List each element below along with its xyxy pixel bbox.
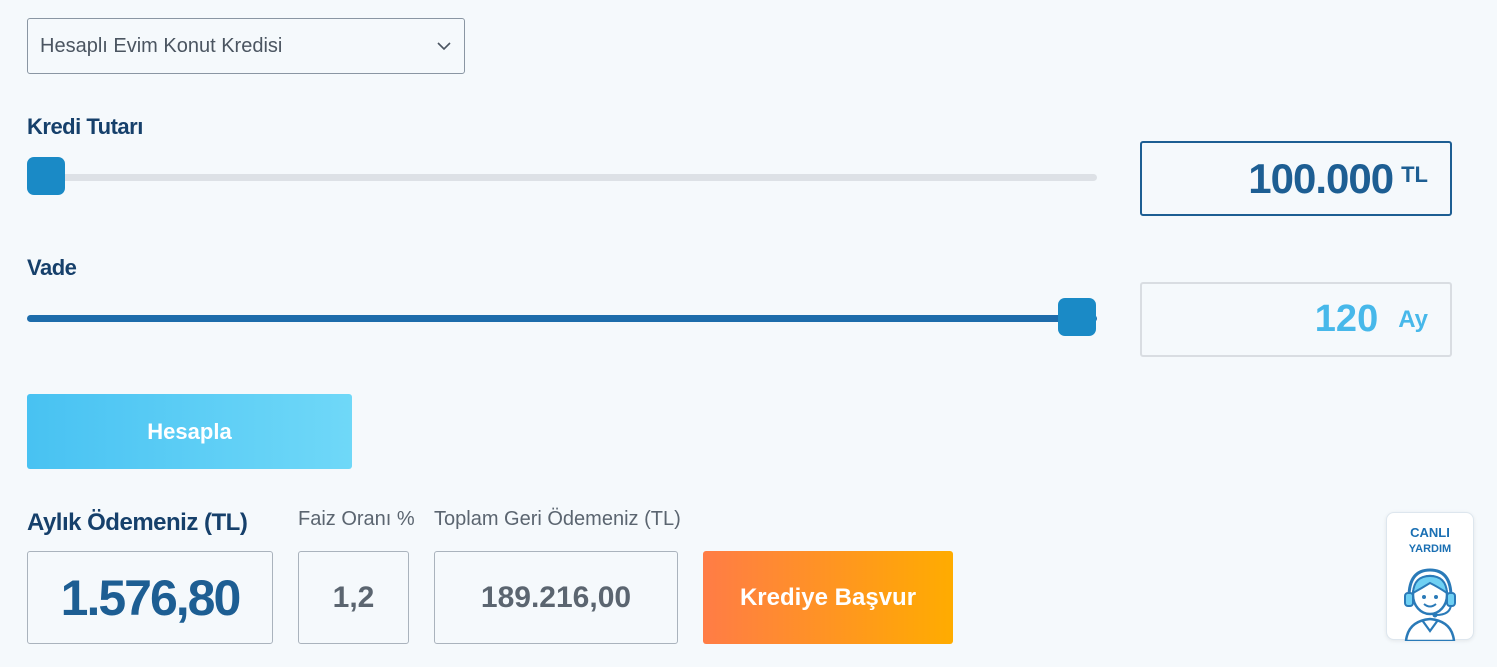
total-repayment-value: 189.216,00: [480, 580, 632, 614]
chevron-down-icon: [437, 42, 451, 51]
loan-amount-slider-thumb[interactable]: [27, 157, 65, 195]
loan-type-select[interactable]: Hesaplı Evim Konut Kredisi: [27, 18, 465, 74]
support-agent-icon: [1404, 568, 1456, 643]
term-unit: Ay: [1398, 305, 1428, 333]
loan-amount-value: 100.000: [1248, 154, 1394, 202]
loan-amount-label: Kredi Tutarı: [27, 114, 143, 139]
live-help-line2: YARDIM: [1408, 543, 1452, 555]
apply-loan-button[interactable]: Krediye Başvur: [703, 551, 953, 644]
live-help-widget[interactable]: CANLI YARDIM: [1386, 512, 1474, 643]
term-slider-thumb[interactable]: [1058, 298, 1096, 336]
interest-rate-value: 1,2: [332, 580, 375, 614]
total-repayment-box: 189.216,00: [434, 551, 678, 644]
interest-rate-label: Faiz Oranı %: [298, 508, 415, 530]
term-label: Vade: [27, 255, 77, 280]
interest-rate-box: 1,2: [298, 551, 409, 644]
loan-type-select-value: Hesaplı Evim Konut Kredisi: [40, 34, 283, 57]
monthly-payment-box: 1.576,80: [27, 551, 273, 644]
loan-amount-slider-track: [27, 174, 1097, 181]
calculate-button[interactable]: Hesapla: [27, 394, 352, 469]
loan-amount-field[interactable]: 100.000 TL: [1140, 141, 1452, 216]
monthly-payment-value: 1.576,80: [60, 569, 242, 626]
monthly-payment-label: Aylık Ödemeniz (TL): [27, 509, 248, 536]
term-field[interactable]: 120 Ay: [1140, 282, 1452, 357]
term-value: 120: [1314, 298, 1379, 340]
loan-amount-unit: TL: [1401, 161, 1428, 187]
total-repayment-label: Toplam Geri Ödemeniz (TL): [434, 508, 681, 530]
term-slider-track: [27, 315, 1097, 322]
loan-amount-slider[interactable]: [27, 157, 1097, 195]
live-help-line1: CANLI: [1410, 525, 1450, 540]
term-slider[interactable]: [27, 298, 1097, 336]
